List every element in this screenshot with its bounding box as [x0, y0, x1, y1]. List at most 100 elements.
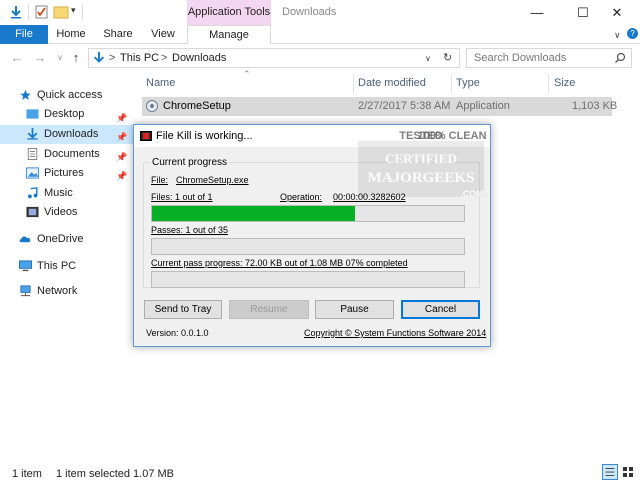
version-text: Version: 0.0.1.0	[146, 328, 209, 338]
tab-manage[interactable]: Manage	[187, 25, 271, 44]
nav-label: Videos	[44, 206, 78, 218]
majorgeeks-watermark: TESTED 100% CLEAN CERTIFIED MAJORGEEKS .…	[352, 127, 490, 205]
nav-label: Desktop	[44, 108, 85, 120]
nav-label: This PC	[37, 260, 77, 272]
recent-locations-icon[interactable]: ∨	[52, 50, 68, 66]
passes-count: Passes: 1 out of 35	[151, 225, 229, 235]
resume-button[interactable]: Resume	[229, 300, 309, 319]
file-type: Application	[456, 100, 510, 112]
copyright-link[interactable]: Copyright © System Functions Software 20…	[304, 328, 486, 338]
breadcrumb-separator[interactable]: >	[109, 52, 115, 64]
nav-item-music[interactable]: Music	[28, 184, 128, 203]
pictures-icon	[26, 167, 39, 179]
send-to-tray-button[interactable]: Send to Tray	[144, 300, 222, 319]
column-divider[interactable]	[353, 74, 354, 94]
nav-label: OneDrive	[37, 233, 84, 245]
dialog-title: File Kill is working...	[156, 130, 253, 142]
computer-icon	[19, 260, 32, 272]
nav-onedrive[interactable]: OneDrive	[19, 230, 127, 249]
pin-icon[interactable]: 📌	[116, 171, 127, 182]
status-item-count: 1 item	[12, 468, 42, 480]
nav-item-videos[interactable]: Videos	[26, 203, 128, 222]
nav-label: Quick access	[37, 89, 103, 101]
refresh-icon[interactable]: ↻	[443, 51, 452, 64]
files-progress-bar	[151, 205, 465, 222]
nav-this-pc[interactable]: This PC	[19, 257, 127, 276]
status-selection: 1 item selected 1.07 MB	[56, 468, 175, 480]
close-button[interactable]: ✕	[594, 0, 640, 25]
nav-label: Downloads	[44, 128, 99, 140]
tab-share[interactable]: Share	[100, 25, 136, 44]
large-icons-view-icon[interactable]	[620, 464, 636, 480]
column-name[interactable]: Name	[146, 77, 175, 89]
pin-icon[interactable]: 📌	[116, 132, 127, 143]
nav-label: Network	[37, 285, 78, 297]
breadcrumb-downloads[interactable]: Downloads	[172, 52, 226, 64]
column-date-modified[interactable]: Date modified	[358, 77, 426, 89]
file-value: ChromeSetup.exe	[176, 175, 249, 185]
customize-toolbar-icon[interactable]: ▾	[71, 5, 76, 16]
file-date: 2/27/2017 5:38 AM	[358, 100, 451, 112]
desktop-icon	[26, 109, 39, 119]
documents-icon	[27, 148, 38, 160]
pin-icon[interactable]: 📌	[116, 152, 127, 163]
back-icon[interactable]: ←	[9, 50, 25, 66]
watermark-badge: TESTED 100% CLEAN CERTIFIED MAJORGEEKS .…	[358, 130, 487, 199]
pause-button[interactable]: Pause	[315, 300, 394, 319]
context-tab-title: Application Tools	[187, 6, 271, 18]
expand-ribbon-icon[interactable]: ∨	[614, 30, 621, 41]
minimize-button[interactable]: —	[514, 0, 560, 25]
star-icon	[20, 89, 31, 100]
tab-file[interactable]: File	[0, 25, 48, 44]
ribbon	[0, 25, 640, 44]
setup-app-icon	[146, 100, 158, 112]
files-progress-fill	[152, 206, 355, 221]
details-view-icon[interactable]	[602, 464, 618, 480]
cloud-icon	[19, 236, 31, 243]
watermark-line: MAJORGEEKS	[368, 170, 475, 186]
search-icon[interactable]	[614, 52, 626, 64]
nav-network[interactable]: Network	[20, 282, 127, 301]
network-icon	[20, 285, 31, 297]
pass-progress-text: Current pass progress: 72.00 KB out of 1…	[151, 258, 408, 268]
files-count: Files: 1 out of 1	[151, 192, 213, 202]
downloads-icon	[27, 128, 38, 140]
column-divider[interactable]	[548, 74, 549, 94]
column-size[interactable]: Size	[554, 77, 575, 89]
watermark-line: 100% CLEAN	[417, 130, 486, 142]
column-type[interactable]: Type	[456, 77, 480, 89]
search-input[interactable]: Search Downloads	[474, 52, 566, 64]
file-name[interactable]: ChromeSetup	[163, 100, 231, 112]
nav-quick-access[interactable]: Quick access	[20, 86, 127, 105]
videos-icon	[26, 206, 39, 218]
file-size: 1,103 KB	[572, 100, 618, 112]
file-kill-icon	[140, 131, 152, 141]
properties-icon[interactable]	[34, 4, 50, 20]
pin-icon[interactable]: 📌	[116, 113, 127, 124]
cancel-button[interactable]: Cancel	[401, 300, 480, 319]
tab-view[interactable]: View	[146, 25, 180, 44]
search-box[interactable]: Search Downloads	[466, 48, 632, 68]
address-bar[interactable]: > This PC > Downloads ∨ ↻	[88, 48, 460, 68]
forward-icon[interactable]: →	[32, 50, 48, 66]
pass-progress-bar	[151, 271, 465, 288]
nav-label: Music	[44, 187, 73, 199]
file-label: File:	[151, 175, 169, 185]
address-dropdown-icon[interactable]: ∨	[425, 54, 431, 63]
sort-ascending-icon: ⌃	[243, 69, 251, 79]
divider	[82, 4, 83, 20]
watermark-line: .COM	[460, 189, 484, 199]
explorer-icon[interactable]	[8, 4, 24, 20]
window-title: Downloads	[282, 6, 337, 18]
up-icon[interactable]: ↑	[68, 50, 84, 66]
divider	[28, 4, 29, 20]
breadcrumb-separator[interactable]: >	[161, 52, 167, 64]
help-icon[interactable]: ?	[627, 28, 638, 39]
column-divider[interactable]	[451, 74, 452, 94]
tab-home[interactable]: Home	[52, 25, 90, 44]
music-icon	[28, 187, 38, 199]
title-bar: ▾ Application Tools Downloads — ☐ ✕	[0, 0, 640, 44]
breadcrumb-this-pc[interactable]: This PC	[120, 52, 159, 64]
new-folder-icon[interactable]	[53, 4, 69, 20]
operation-label: Operation:	[280, 192, 323, 202]
